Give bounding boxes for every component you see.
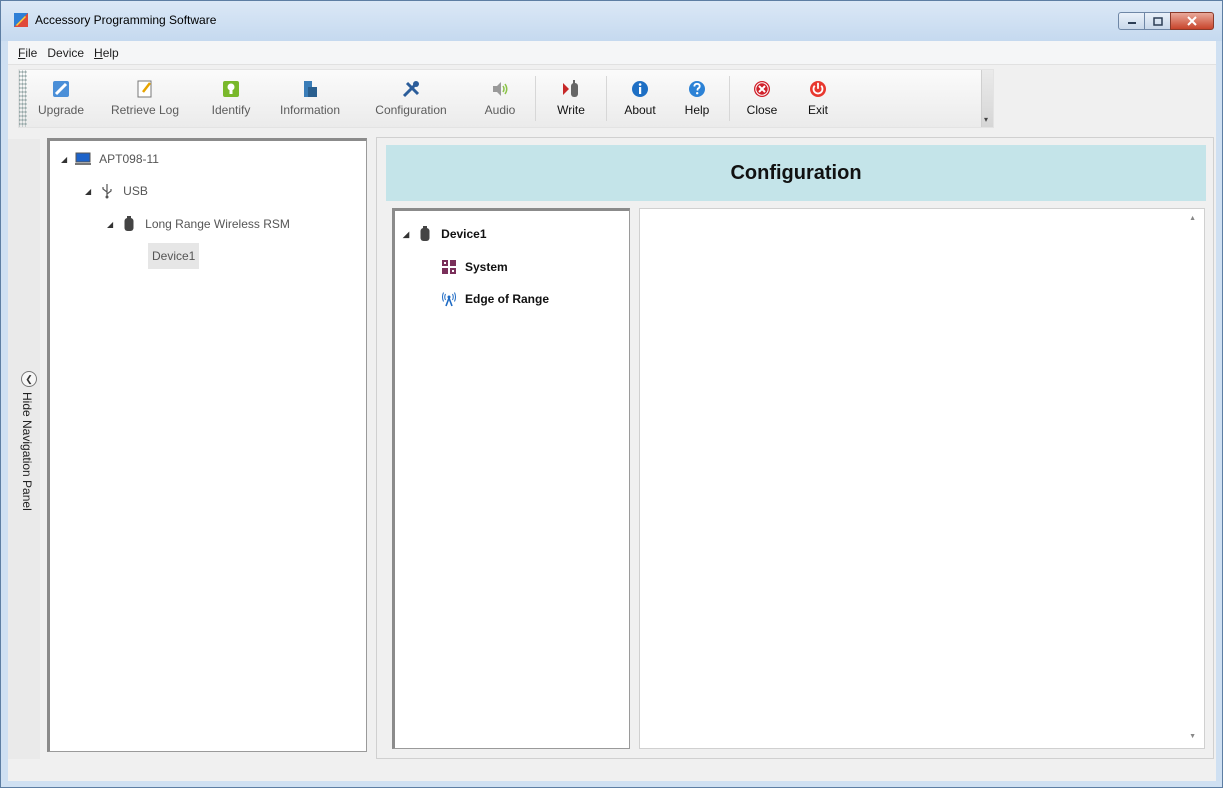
main-content: Configuration ◢ Device1 System Edge of R… <box>376 137 1214 759</box>
close-icon <box>754 81 770 97</box>
app-icon <box>14 13 28 27</box>
usb-label: USB <box>123 184 148 198</box>
menu-bar: File Device Help <box>8 41 1216 65</box>
write-label: Write <box>557 103 585 117</box>
overflow-chevron-icon: ▾ <box>984 115 989 124</box>
menu-help-mnemonic: H <box>94 45 103 60</box>
hide-navigation-label[interactable]: Hide Navigation Panel <box>20 392 34 511</box>
help-icon <box>689 81 705 97</box>
configuration-label: Configuration <box>375 103 447 117</box>
expand-arrow-icon[interactable]: ◢ <box>403 230 409 239</box>
about-button[interactable]: About <box>611 70 669 127</box>
information-icon <box>304 81 317 97</box>
edge-of-range-label: Edge of Range <box>465 292 550 306</box>
configuration-tree: ◢ Device1 System Edge of Range <box>392 208 630 749</box>
radio-device-icon <box>121 216 137 232</box>
information-button[interactable]: Information <box>267 70 353 127</box>
help-label: Help <box>684 103 710 117</box>
window-title: Accessory Programming Software <box>35 13 217 27</box>
menu-device-label: Device <box>47 45 85 60</box>
configuration-icon <box>402 81 420 98</box>
antenna-signal-icon <box>441 291 457 307</box>
identify-button[interactable]: Identify <box>195 70 267 127</box>
exit-icon <box>810 81 826 97</box>
scroll-up-icon[interactable]: ▲ <box>1189 215 1196 222</box>
close-button[interactable]: Close <box>734 70 790 127</box>
client-area: File Device Help Upgrade Retrieve Log Id… <box>8 41 1216 781</box>
computer-name: APT098-11 <box>99 152 159 166</box>
audio-label: Audio <box>484 103 516 117</box>
upgrade-button[interactable]: Upgrade <box>27 70 95 127</box>
configuration-header: Configuration <box>386 145 1206 201</box>
about-label: About <box>624 103 656 117</box>
help-button[interactable]: Help <box>669 70 725 127</box>
menu-file[interactable]: File <box>18 46 37 60</box>
cfg-tree-node-system[interactable]: System <box>441 259 508 275</box>
tree-node-usb[interactable]: ◢ USB <box>85 183 148 199</box>
audio-icon <box>493 82 508 96</box>
window-close-button[interactable] <box>1170 12 1214 30</box>
retrieve-log-button[interactable]: Retrieve Log <box>95 70 195 127</box>
configuration-detail-panel[interactable]: ▲ ▼ <box>639 208 1205 749</box>
radio-device-icon <box>417 226 433 242</box>
cfg-tree-node-device1[interactable]: ◢ Device1 <box>403 226 487 242</box>
title-bar: Accessory Programming Software <box>1 1 1222 41</box>
identify-icon <box>223 81 239 97</box>
window-close-icon <box>1187 16 1197 26</box>
cfg-tree-node-edge-of-range[interactable]: Edge of Range <box>441 291 549 307</box>
upgrade-icon <box>53 81 69 97</box>
menu-device[interactable]: Device <box>47 46 84 60</box>
cfg-device1-label: Device1 <box>441 227 487 241</box>
navigation-tree: ◢ APT098-11 ◢ USB ◢ Long Range Wireless … <box>47 138 367 752</box>
chevron-left-icon: ❮ <box>25 373 33 384</box>
identify-label: Identify <box>211 103 251 117</box>
write-button[interactable]: Write <box>540 70 602 127</box>
exit-button[interactable]: Exit <box>790 70 846 127</box>
expand-arrow-icon[interactable]: ◢ <box>61 155 67 164</box>
tree-node-device-type[interactable]: ◢ Long Range Wireless RSM <box>107 216 290 232</box>
retrieve-log-label: Retrieve Log <box>110 103 180 117</box>
scroll-down-icon[interactable]: ▼ <box>1189 733 1196 740</box>
tree-node-computer[interactable]: ◢ APT098-11 <box>61 151 159 167</box>
toolbar-separator <box>606 76 607 121</box>
menu-file-label: ile <box>25 45 38 60</box>
hide-navigation-button[interactable]: ❮ <box>21 371 37 387</box>
toolbar-grip[interactable] <box>19 70 27 127</box>
toolbar-separator <box>535 76 536 121</box>
device-type-label: Long Range Wireless RSM <box>145 217 290 231</box>
minimize-icon <box>1127 22 1136 24</box>
retrieve-log-icon <box>137 80 152 98</box>
about-icon <box>632 81 648 97</box>
toolbar-overflow-button[interactable]: ▾ <box>981 70 993 127</box>
app-window: Accessory Programming Software File Devi… <box>0 0 1223 788</box>
toolbar-separator <box>729 76 730 121</box>
audio-button[interactable]: Audio <box>469 70 531 127</box>
navigation-collapse-strip: ❮ Hide Navigation Panel <box>8 139 40 759</box>
menu-help-label: elp <box>102 45 119 60</box>
configuration-button[interactable]: Configuration <box>353 70 469 127</box>
system-icon <box>441 259 457 275</box>
usb-icon <box>99 183 115 199</box>
expand-arrow-icon[interactable]: ◢ <box>107 220 113 229</box>
maximize-icon <box>1152 16 1163 26</box>
computer-icon <box>75 151 92 167</box>
upgrade-label: Upgrade <box>37 103 85 117</box>
maximize-button[interactable] <box>1144 12 1171 30</box>
system-label: System <box>465 260 508 274</box>
exit-label: Exit <box>807 103 828 117</box>
expand-arrow-icon[interactable]: ◢ <box>85 187 91 196</box>
device1-label: Device1 <box>152 249 196 263</box>
window-controls <box>1118 12 1214 30</box>
information-label: Information <box>279 103 341 117</box>
status-bar <box>8 761 1216 781</box>
tree-node-device1[interactable]: Device1 <box>148 243 200 269</box>
menu-help[interactable]: Help <box>94 46 119 60</box>
toolbar: Upgrade Retrieve Log Identify Informatio… <box>18 69 994 128</box>
close-label: Close <box>746 103 778 117</box>
minimize-button[interactable] <box>1118 12 1145 30</box>
write-icon <box>563 80 578 97</box>
